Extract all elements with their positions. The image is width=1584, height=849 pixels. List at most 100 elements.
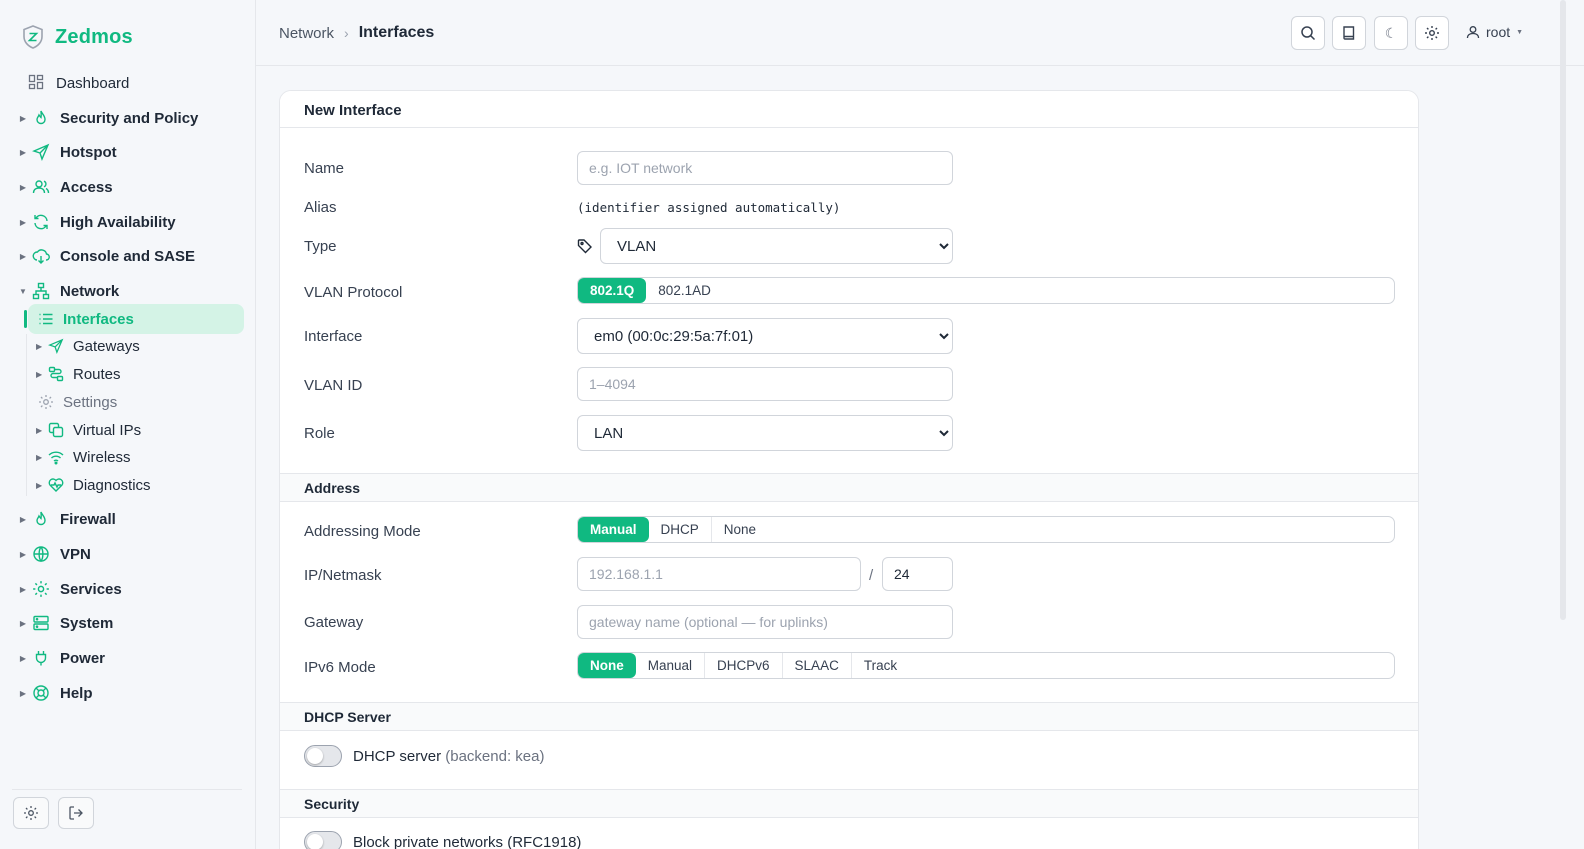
sidebar-item-label: Power [60, 649, 106, 667]
sidebar-item-firewall[interactable]: ▶ Firewall [18, 507, 116, 531]
addressing-mode-option-manual[interactable]: Manual [578, 517, 649, 542]
caret-right-icon: ▶ [36, 369, 43, 379]
block-private-networks-toggle[interactable] [304, 831, 342, 849]
sidebar-item-access[interactable]: ▶ Access [18, 175, 113, 199]
lifebuoy-icon [32, 684, 50, 702]
sidebar-item-security-and-policy[interactable]: ▶ Security and Policy [18, 106, 198, 130]
sidebar-item-high-availability[interactable]: ▶ High Availability [18, 210, 176, 234]
caret-right-icon: ▶ [19, 113, 27, 123]
server-icon [32, 614, 50, 632]
sidebar-item-label: Dashboard [56, 74, 130, 92]
sidebar-item-power[interactable]: ▶ Power [18, 646, 105, 670]
sidebar-item-label: Console and SASE [60, 247, 196, 265]
sidebar-item-console-and-sase[interactable]: ▶ Console and SASE [18, 244, 195, 268]
name-input[interactable] [577, 151, 953, 185]
ipv6-mode-option-dhcpv6[interactable]: DHCPv6 [705, 653, 783, 678]
sidebar-item-label: VPN [60, 545, 91, 563]
vlan-protocol-label: VLAN Protocol [304, 284, 403, 301]
moon-icon: ☾ [1384, 24, 1398, 41]
plug-icon [32, 649, 50, 667]
user-name: root [1486, 24, 1511, 40]
sidebar-subitem-wireless[interactable]: ▶ Wireless [36, 445, 131, 469]
role-label: Role [304, 425, 335, 442]
gear-icon [23, 805, 39, 821]
ipv6-mode-option-track[interactable]: Track [852, 653, 909, 678]
type-select[interactable]: VLAN [600, 228, 953, 264]
list-icon [38, 311, 54, 327]
caret-right-icon: ▶ [19, 217, 27, 227]
sidebar-settings-button[interactable] [13, 797, 49, 829]
user-menu[interactable]: root ▼ [1466, 24, 1523, 40]
addressing-mode-option-dhcp[interactable]: DHCP [649, 517, 712, 542]
caret-right-icon: ▶ [36, 452, 43, 462]
alias-label: Alias [304, 199, 337, 216]
sidebar-subitem-virtual-ips[interactable]: ▶ Virtual IPs [36, 418, 141, 442]
sidebar-item-network[interactable]: ▼ Network [18, 279, 119, 303]
sidebar-subitem-interfaces[interactable]: Interfaces [38, 307, 134, 331]
block-private-networks-label: Block private networks (RFC1918) [353, 834, 582, 849]
flame-icon [32, 510, 50, 528]
search-icon [1300, 25, 1316, 41]
ip-address-input[interactable] [577, 557, 861, 591]
brand-name: Zedmos [55, 25, 133, 48]
sidebar-subitem-label: Settings [63, 393, 118, 411]
breadcrumb-parent[interactable]: Network [279, 25, 334, 42]
sidebar-item-dashboard[interactable]: Dashboard [18, 71, 129, 95]
ipv6-mode-segmented: None Manual DHCPv6 SLAAC Track [577, 652, 1395, 679]
sidebar-subitem-routes[interactable]: ▶ Routes [36, 362, 121, 386]
sidebar-item-help[interactable]: ▶ Help [18, 681, 93, 705]
vlan-protocol-option-802-1ad[interactable]: 802.1AD [646, 278, 723, 303]
vlan-id-input[interactable] [577, 367, 953, 401]
logout-icon [68, 805, 84, 821]
sidebar-item-label: Network [60, 282, 120, 300]
brand[interactable]: Zedmos [21, 24, 133, 50]
logout-button[interactable] [58, 797, 94, 829]
dhcp-server-label: DHCP server (backend: kea) [353, 748, 544, 765]
sidebar-item-services[interactable]: ▶ Services [18, 577, 122, 601]
scrollbar[interactable] [1560, 0, 1566, 620]
search-button[interactable] [1291, 16, 1325, 50]
vlan-protocol-option-802-1q[interactable]: 802.1Q [578, 278, 647, 303]
caret-right-icon: ▶ [19, 182, 27, 192]
page-title: Interfaces [358, 24, 435, 41]
gear-icon [1424, 25, 1440, 41]
sidebar-subitem-settings[interactable]: Settings [38, 390, 117, 414]
sidebar-item-vpn[interactable]: ▶ VPN [18, 542, 91, 566]
sidebar-subitem-gateways[interactable]: ▶ Gateways [36, 334, 140, 358]
dhcp-server-toggle[interactable] [304, 745, 342, 767]
toggle-knob [307, 748, 323, 764]
theme-toggle-button[interactable]: ☾ [1374, 16, 1408, 50]
user-icon [1466, 25, 1480, 39]
vlan-protocol-segmented: 802.1Q 802.1AD [577, 277, 1395, 304]
role-select[interactable]: LAN [577, 415, 953, 451]
sidebar-item-hotspot[interactable]: ▶ Hotspot [18, 140, 117, 164]
dhcp-section-header: DHCP Server [280, 702, 1418, 731]
sidebar-item-label: Hotspot [60, 143, 117, 161]
caret-right-icon: ▶ [19, 251, 27, 261]
dhcp-server-label-text: DHCP server [353, 748, 442, 765]
gateway-input[interactable] [577, 605, 953, 639]
caret-down-icon: ▼ [19, 286, 27, 296]
netmask-prefix-input[interactable] [882, 557, 953, 591]
docs-button[interactable] [1332, 16, 1366, 50]
flame-icon [32, 109, 50, 127]
interface-select[interactable]: em0 (00:0c:29:5a:7f:01) [577, 318, 953, 354]
ipv6-mode-option-manual[interactable]: Manual [636, 653, 706, 678]
copy-icon [48, 422, 64, 438]
caret-right-icon: ▶ [19, 653, 27, 663]
gateway-label: Gateway [304, 614, 364, 631]
heart-pulse-icon [48, 477, 64, 493]
ipv6-mode-option-slaac[interactable]: SLAAC [783, 653, 852, 678]
vlan-id-label: VLAN ID [304, 377, 363, 394]
addressing-mode-option-none[interactable]: None [712, 517, 768, 542]
sidebar-subitem-diagnostics[interactable]: ▶ Diagnostics [36, 473, 151, 497]
sidebar: Zedmos Dashboard ▶ Security and Policy ▶… [0, 0, 256, 849]
settings-button[interactable] [1415, 16, 1449, 50]
tag-icon [577, 238, 593, 254]
ipv6-mode-option-none[interactable]: None [578, 653, 636, 678]
dashboard-grid-icon [28, 74, 46, 92]
shield-logo-icon [21, 24, 45, 50]
sidebar-item-system[interactable]: ▶ System [18, 611, 113, 635]
sidebar-subitem-label: Virtual IPs [73, 421, 142, 439]
sidebar-subitem-label: Diagnostics [73, 476, 151, 494]
